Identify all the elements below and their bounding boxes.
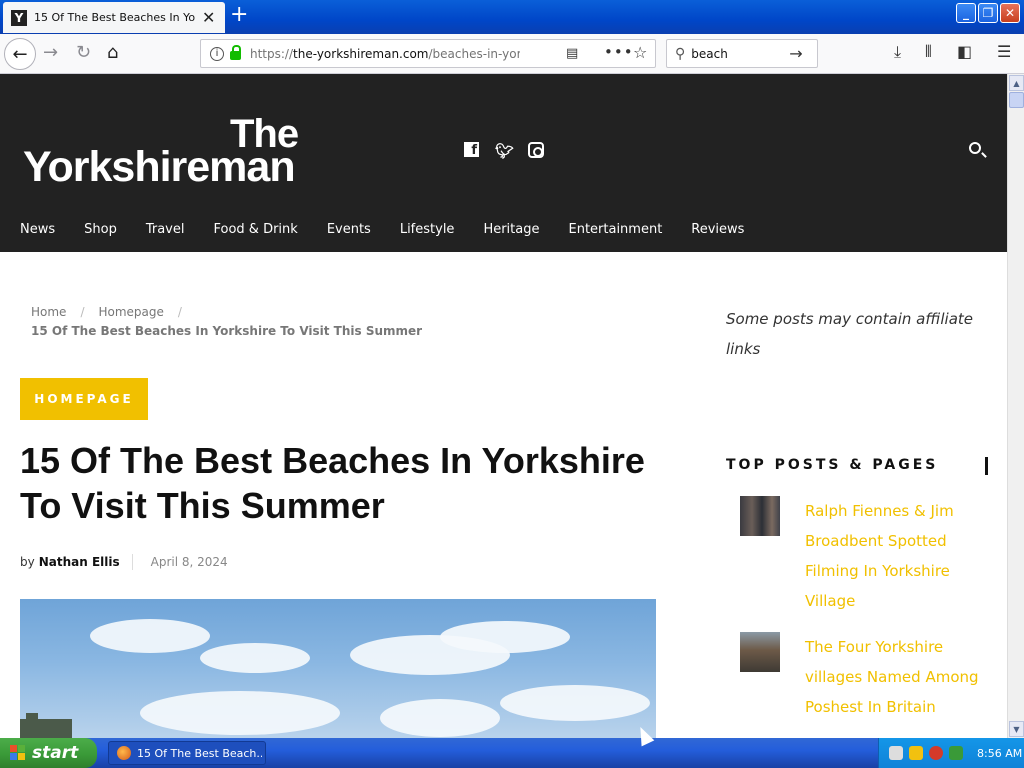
windows-taskbar: start 15 Of The Best Beach... 8:56 AM [0, 738, 1024, 768]
breadcrumb-home[interactable]: Home [31, 305, 66, 319]
back-arrow-icon[interactable]: ← [4, 38, 36, 70]
top-posts-heading: TOP POSTS & PAGES [726, 457, 988, 475]
facebook-icon[interactable]: f [464, 142, 479, 157]
navigation-toolbar: ← → ↻ ⌂ i https://the-yorkshireman.com/b… [0, 34, 1024, 74]
scroll-down-arrow-icon[interactable]: ▼ [1009, 721, 1024, 737]
byline-divider [131, 554, 133, 570]
cloud [140, 691, 340, 735]
article-byline: by Nathan Ellis April 8, 2024 [20, 554, 228, 570]
page-viewport: The Yorkshireman f 🐦︎ News Shop Travel F… [0, 74, 1007, 738]
library-icon[interactable]: ⫴ [925, 42, 932, 62]
reader-view-icon[interactable]: ▤ [566, 46, 578, 61]
reload-icon[interactable]: ↻ [76, 42, 91, 63]
nav-item-events[interactable]: Events [327, 222, 371, 237]
maximize-window-button[interactable]: ❐ [978, 3, 998, 23]
nav-item-entertainment[interactable]: Entertainment [568, 222, 662, 237]
breadcrumb: Home / Homepage / [31, 305, 196, 319]
search-icon: ⚲ [675, 45, 686, 62]
cloud [380, 699, 500, 737]
url-scheme: https:// [250, 46, 294, 61]
nav-item-food-drink[interactable]: Food & Drink [214, 222, 298, 237]
post-title-link[interactable]: The Four Yorkshire villages Named Among … [805, 632, 990, 722]
forward-arrow-icon[interactable]: → [43, 42, 58, 63]
search-go-arrow-icon[interactable]: → [789, 44, 802, 63]
url-bar[interactable]: i https://the-yorkshireman.com/beaches-i… [200, 39, 656, 68]
download-icon[interactable]: ⤓ [894, 42, 901, 62]
firefox-icon [117, 746, 131, 760]
windows-flag-icon [10, 745, 26, 761]
instagram-icon[interactable] [528, 142, 544, 158]
publish-date: April 8, 2024 [150, 555, 228, 569]
close-tab-icon[interactable]: ✕ [202, 9, 215, 26]
url-text[interactable]: https://the-yorkshireman.com/beaches-in-… [250, 47, 520, 61]
taskbar-window-label: 15 Of The Best Beach... [137, 746, 262, 760]
url-path: /beaches-in-yorkshire/ [428, 46, 521, 61]
nav-item-lifestyle[interactable]: Lifestyle [400, 222, 455, 237]
page-actions-more-icon[interactable]: ••• [604, 43, 634, 61]
sidebar-toggle-icon[interactable]: ◧ [957, 42, 972, 61]
security-shield-icon[interactable] [909, 746, 923, 760]
post-title-link[interactable]: Ralph Fiennes & Jim Broadbent Spotted Fi… [805, 496, 990, 616]
page-scrollbar[interactable]: ▲ ▼ [1007, 74, 1024, 738]
logo-yorkshireman[interactable]: Yorkshireman [23, 143, 296, 192]
nav-item-reviews[interactable]: Reviews [691, 222, 744, 237]
cloud [500, 685, 650, 721]
clock[interactable]: 8:56 AM [977, 747, 1022, 760]
cloud [200, 643, 310, 673]
nav-item-shop[interactable]: Shop [84, 222, 117, 237]
info-icon[interactable]: i [210, 46, 224, 61]
hero-image[interactable] [20, 599, 656, 738]
nav-item-news[interactable]: News [20, 222, 55, 237]
article-title: 15 Of The Best Beaches In Yorkshire To V… [20, 440, 645, 526]
search-bar[interactable]: ⚲ beach → [666, 39, 818, 68]
cloud [440, 621, 570, 653]
lock-icon [230, 45, 241, 60]
start-label: start [32, 743, 79, 763]
start-button[interactable]: start [0, 738, 97, 768]
main-nav: News Shop Travel Food & Drink Events Lif… [20, 222, 773, 237]
breadcrumb-separator: / [177, 305, 182, 319]
category-badge[interactable]: HOMEPAGE [20, 378, 148, 420]
network-icon[interactable] [889, 746, 903, 760]
hamburger-menu-icon[interactable]: ☰ [997, 42, 1011, 61]
alert-icon[interactable] [929, 746, 943, 760]
taskbar-firefox-window[interactable]: 15 Of The Best Beach... [108, 741, 266, 765]
home-icon[interactable]: ⌂ [107, 42, 118, 63]
update-icon[interactable] [949, 746, 963, 760]
castle-silhouette [20, 713, 72, 738]
scrollbar-thumb[interactable] [1009, 92, 1024, 108]
cloud [90, 619, 210, 653]
post-thumbnail[interactable] [740, 632, 780, 672]
new-tab-plus-icon[interactable]: + [230, 4, 248, 26]
nav-item-travel[interactable]: Travel [146, 222, 185, 237]
breadcrumb-homepage[interactable]: Homepage [98, 305, 163, 319]
site-search-icon[interactable] [969, 142, 981, 154]
tab-title: 15 Of The Best Beaches In Yorkshire To V… [34, 11, 196, 24]
post-thumbnail[interactable] [740, 496, 780, 536]
nav-item-heritage[interactable]: Heritage [483, 222, 539, 237]
browser-tab[interactable]: Y 15 Of The Best Beaches In Yorkshire To… [3, 2, 225, 33]
search-input[interactable]: beach [691, 47, 789, 61]
breadcrumb-separator: / [80, 305, 85, 319]
scroll-up-arrow-icon[interactable]: ▲ [1009, 75, 1024, 91]
window-titlebar: Y 15 Of The Best Beaches In Yorkshire To… [0, 0, 1024, 34]
author-link[interactable]: Nathan Ellis [39, 555, 120, 569]
affiliate-notice: Some posts may contain affiliate links [726, 310, 974, 358]
system-tray: 8:56 AM [878, 738, 1024, 768]
site-header: The Yorkshireman f 🐦︎ News Shop Travel F… [0, 74, 1007, 252]
twitter-icon[interactable]: 🐦︎ [495, 142, 514, 160]
close-window-button[interactable]: ✕ [1000, 3, 1020, 23]
byline-prefix: by [20, 555, 35, 569]
url-domain: the-yorkshireman.com [293, 46, 429, 61]
yorkshireman-favicon-icon: Y [11, 9, 27, 26]
breadcrumb-current: 15 Of The Best Beaches In Yorkshire To V… [31, 324, 423, 338]
bookmark-star-icon[interactable]: ☆ [633, 43, 647, 62]
minimize-window-button[interactable]: _ [956, 3, 976, 23]
